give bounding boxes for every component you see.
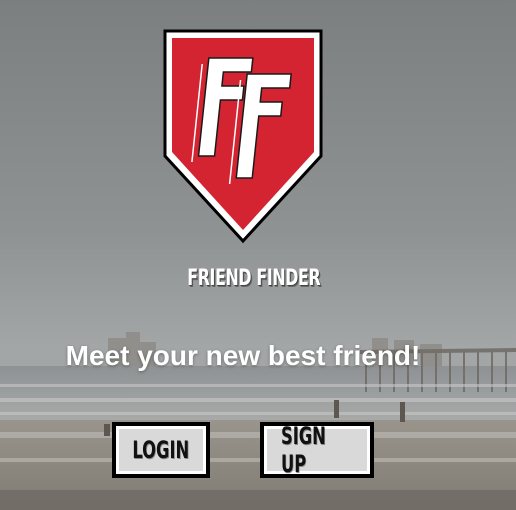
- sign-up-button-label: SIGN UP: [280, 422, 326, 478]
- brand-name: FRIEND FINDER: [187, 266, 321, 291]
- sign-up-button[interactable]: SIGN UP: [260, 422, 374, 478]
- friend-finder-logo: [163, 29, 323, 244]
- login-button-label: LOGIN: [132, 436, 190, 464]
- tagline: Meet your new best friend!: [65, 340, 421, 371]
- login-button[interactable]: LOGIN: [112, 422, 210, 478]
